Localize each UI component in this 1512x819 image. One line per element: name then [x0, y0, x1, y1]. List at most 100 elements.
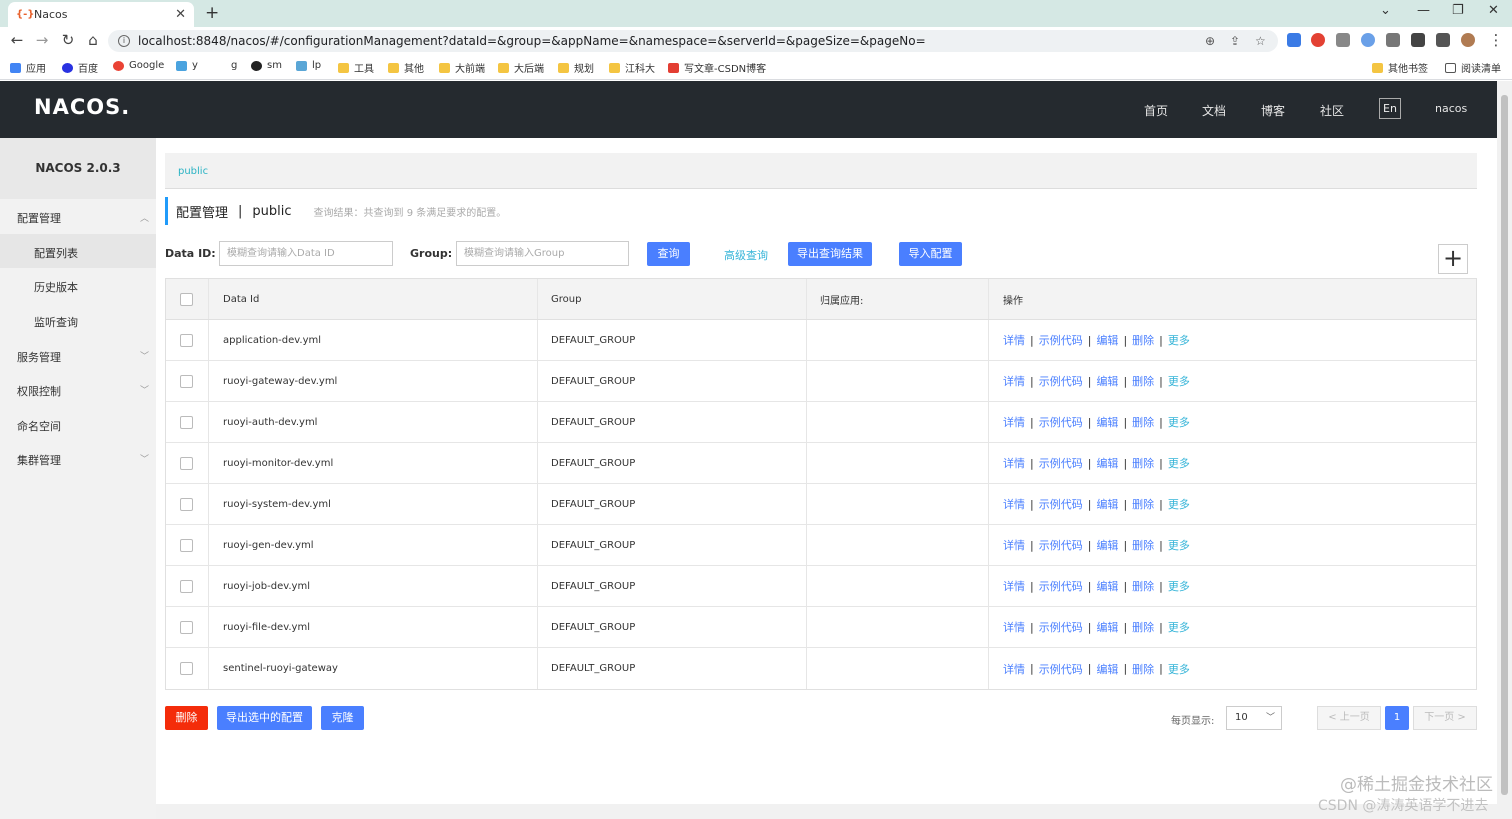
row-checkbox[interactable] — [180, 662, 193, 675]
op-sample-code-link[interactable]: 示例代码 — [1039, 619, 1083, 635]
row-checkbox[interactable] — [180, 456, 193, 470]
op-detail-link[interactable]: 详情 — [1003, 537, 1025, 553]
op-sample-code-link[interactable]: 示例代码 — [1039, 455, 1083, 471]
bookmark-y[interactable]: y — [176, 60, 198, 71]
maximize-icon[interactable]: ❐ — [1452, 3, 1464, 18]
op-sample-code-link[interactable]: 示例代码 — [1039, 661, 1083, 677]
op-edit-link[interactable]: 编辑 — [1096, 455, 1118, 471]
op-edit-link[interactable]: 编辑 — [1096, 496, 1118, 512]
op-more-link[interactable]: 更多 — [1168, 661, 1190, 677]
sidebar-item-history[interactable]: 历史版本 — [34, 279, 78, 295]
op-sample-code-link[interactable]: 示例代码 — [1039, 578, 1083, 594]
bookmark-folder-jkd[interactable]: 江科大 — [609, 60, 655, 75]
op-delete-link[interactable]: 删除 — [1132, 373, 1154, 389]
delete-button[interactable]: 删除 — [165, 706, 208, 730]
next-page-button[interactable]: 下一页 > — [1413, 706, 1477, 730]
bookmark-apps[interactable]: 应用 — [10, 60, 46, 75]
column-header-group[interactable]: Group — [551, 279, 581, 319]
nav-docs[interactable]: 文档 — [1202, 102, 1226, 119]
op-more-link[interactable]: 更多 — [1168, 332, 1190, 348]
bookmark-folder-other[interactable]: 其他 — [388, 60, 424, 75]
op-detail-link[interactable]: 详情 — [1003, 455, 1025, 471]
op-detail-link[interactable]: 详情 — [1003, 661, 1025, 677]
extension-c-icon[interactable] — [1336, 33, 1350, 47]
sidebar-item-config-mgmt[interactable]: 配置管理 — [17, 210, 61, 226]
op-delete-link[interactable]: 删除 — [1132, 455, 1154, 471]
browser-tab[interactable]: {-} Nacos ✕ — [8, 2, 194, 27]
group-input[interactable] — [456, 241, 629, 266]
zoom-icon[interactable]: ⊕ — [1205, 34, 1215, 48]
bookmark-sm[interactable]: sm — [251, 60, 282, 71]
nav-blog[interactable]: 博客 — [1261, 102, 1285, 119]
op-more-link[interactable]: 更多 — [1168, 373, 1190, 389]
op-delete-link[interactable]: 删除 — [1132, 332, 1154, 348]
op-edit-link[interactable]: 编辑 — [1096, 578, 1118, 594]
browser-menu-icon[interactable]: ⋮ — [1486, 31, 1506, 49]
window-close-icon[interactable]: ✕ — [1488, 3, 1499, 18]
scrollbar-thumb[interactable] — [1501, 95, 1508, 795]
language-toggle[interactable]: En — [1379, 98, 1401, 119]
new-tab-icon[interactable]: + — [205, 3, 219, 23]
address-bar[interactable]: i localhost:8848/nacos/#/configurationMa… — [108, 30, 1278, 52]
row-checkbox[interactable] — [180, 620, 193, 634]
op-more-link[interactable]: 更多 — [1168, 414, 1190, 430]
bookmark-folder-backend[interactable]: 大后端 — [498, 60, 544, 75]
bookmark-google[interactable]: Google — [113, 60, 164, 71]
reading-mode-icon[interactable] — [1436, 33, 1450, 47]
row-checkbox[interactable] — [180, 374, 193, 388]
chevron-down-icon[interactable]: ﹀ — [140, 349, 149, 362]
sidebar-item-cluster-mgmt[interactable]: 集群管理 — [17, 452, 61, 468]
op-delete-link[interactable]: 删除 — [1132, 414, 1154, 430]
export-query-button[interactable]: 导出查询结果 — [788, 242, 872, 266]
op-more-link[interactable]: 更多 — [1168, 619, 1190, 635]
sidebar-item-service-mgmt[interactable]: 服务管理 — [17, 349, 61, 365]
add-config-button[interactable]: + — [1438, 244, 1468, 274]
import-config-button[interactable]: 导入配置 — [899, 242, 962, 266]
export-selected-button[interactable]: 导出选中的配置 — [217, 706, 312, 730]
sidebar-item-auth-control[interactable]: 权限控制 — [17, 383, 61, 399]
profile-avatar[interactable] — [1461, 33, 1475, 47]
share-icon[interactable]: ⇪ — [1230, 34, 1240, 48]
bookmark-folder-tools[interactable]: 工具 — [338, 60, 374, 75]
row-checkbox[interactable] — [180, 333, 193, 347]
op-edit-link[interactable]: 编辑 — [1096, 414, 1118, 430]
extension-t-icon[interactable] — [1386, 33, 1400, 47]
prev-page-button[interactable]: < 上一页 — [1317, 706, 1381, 730]
op-sample-code-link[interactable]: 示例代码 — [1039, 332, 1083, 348]
op-more-link[interactable]: 更多 — [1168, 455, 1190, 471]
op-sample-code-link[interactable]: 示例代码 — [1039, 537, 1083, 553]
bookmark-star-icon[interactable]: ☆ — [1255, 34, 1266, 48]
nacos-logo[interactable]: NACOS. — [34, 95, 130, 119]
advanced-query-link[interactable]: 高级查询 — [724, 247, 768, 263]
op-delete-link[interactable]: 删除 — [1132, 661, 1154, 677]
minimize-icon[interactable]: — — [1417, 3, 1430, 18]
extension-download-icon[interactable] — [1287, 33, 1301, 47]
row-checkbox[interactable] — [180, 497, 193, 511]
op-detail-link[interactable]: 详情 — [1003, 332, 1025, 348]
bookmark-other-folder[interactable]: 其他书签 — [1372, 60, 1428, 75]
op-detail-link[interactable]: 详情 — [1003, 496, 1025, 512]
select-all-checkbox[interactable] — [180, 292, 193, 306]
op-detail-link[interactable]: 详情 — [1003, 373, 1025, 389]
current-page-button[interactable]: 1 — [1385, 706, 1409, 730]
back-icon[interactable]: ← — [7, 31, 27, 49]
chevron-up-icon[interactable]: ︿ — [140, 211, 149, 224]
column-header-dataid[interactable]: Data Id — [223, 279, 259, 319]
op-delete-link[interactable]: 删除 — [1132, 537, 1154, 553]
bookmark-folder-frontend[interactable]: 大前端 — [439, 60, 485, 75]
bookmark-folder-plan[interactable]: 规划 — [558, 60, 594, 75]
tab-close-icon[interactable]: ✕ — [175, 7, 186, 22]
horizontal-scrollbar[interactable] — [156, 804, 1497, 819]
vertical-scrollbar[interactable] — [1497, 81, 1512, 819]
query-button[interactable]: 查询 — [647, 242, 690, 266]
sidebar-item-listen-query[interactable]: 监听查询 — [34, 314, 78, 330]
op-edit-link[interactable]: 编辑 — [1096, 537, 1118, 553]
sidebar-item-namespace[interactable]: 命名空间 — [17, 418, 61, 434]
namespace-tab-public[interactable]: public — [178, 166, 208, 177]
extension-chrome-icon[interactable] — [1311, 33, 1325, 47]
op-more-link[interactable]: 更多 — [1168, 537, 1190, 553]
op-delete-link[interactable]: 删除 — [1132, 578, 1154, 594]
dataid-input[interactable] — [219, 241, 393, 266]
nav-home[interactable]: 首页 — [1144, 102, 1168, 119]
bookmark-baidu[interactable]: 百度 — [62, 60, 98, 75]
